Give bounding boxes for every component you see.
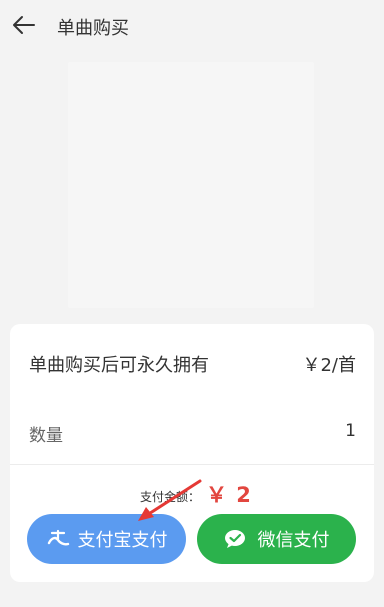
wechat-button-label: 微信支付 <box>257 530 330 551</box>
quantity-label: 数量 <box>29 426 63 446</box>
payment-amount-value: ￥ 2 <box>206 483 252 507</box>
song-cover-placeholder <box>68 62 314 308</box>
alipay-icon <box>46 529 70 549</box>
purchase-card: 单曲购买后可永久拥有 ￥2/首 数量 1 支付金额： ￥ 2 支付宝支付 微信支… <box>10 324 374 582</box>
alipay-button[interactable]: 支付宝支付 <box>27 514 186 564</box>
quantity-value: 1 <box>345 421 356 441</box>
unit-price: ￥2/首 <box>302 355 356 376</box>
top-bar: 单曲购买 <box>0 0 384 52</box>
back-arrow-icon[interactable] <box>10 12 36 38</box>
alipay-button-label: 支付宝支付 <box>77 530 168 551</box>
divider <box>10 464 374 465</box>
page-title: 单曲购买 <box>57 18 129 39</box>
payment-amount-label: 支付金额： <box>140 490 201 504</box>
wechat-icon <box>224 528 250 550</box>
wechat-pay-button[interactable]: 微信支付 <box>197 514 356 564</box>
purchase-description: 单曲购买后可永久拥有 <box>29 355 209 376</box>
